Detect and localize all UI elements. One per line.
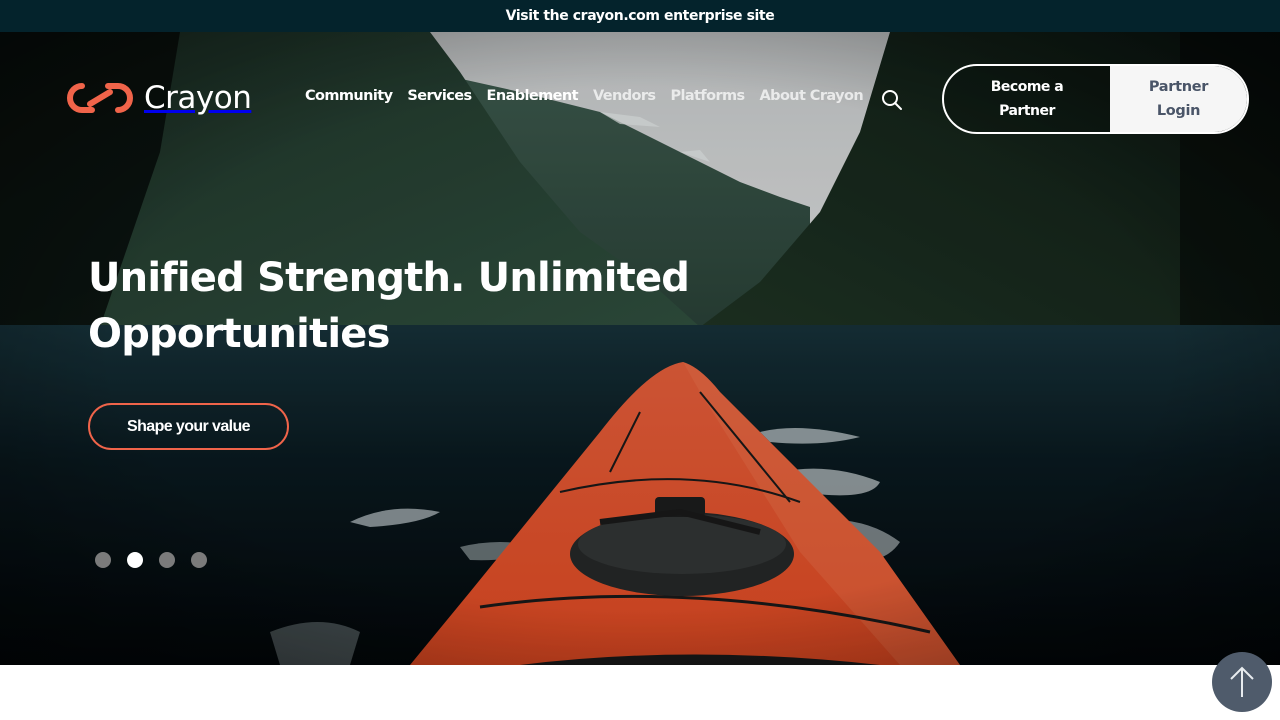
partner-actions: Become a Partner Partner Login (942, 64, 1249, 134)
nav-services[interactable]: Services (407, 88, 472, 104)
slide-dot-3[interactable] (159, 552, 175, 568)
hero-headline: Unified Strength. Unlimited Opportunitie… (88, 255, 690, 357)
logo-wordmark: Crayon (144, 80, 252, 116)
slide-dot-2[interactable] (127, 552, 143, 568)
partner-login-label: Partner Login (1148, 79, 1209, 119)
become-partner-label: Become a Partner (990, 79, 1064, 119)
crayon-logo[interactable]: Crayon (64, 78, 252, 118)
arrow-up-icon (1230, 666, 1254, 697)
search-button[interactable] (880, 88, 904, 112)
slider-pagination (95, 552, 207, 568)
slide-dot-1[interactable] (95, 552, 111, 568)
nav-about-crayon[interactable]: About Crayon (760, 88, 864, 104)
partner-login-button[interactable]: Partner Login (1110, 66, 1247, 132)
become-partner-button[interactable]: Become a Partner (944, 66, 1110, 132)
shape-your-value-button[interactable]: Shape your value (88, 403, 289, 450)
nav-vendors[interactable]: Vendors (593, 88, 656, 104)
nav-community[interactable]: Community (305, 88, 393, 104)
nav-enablement[interactable]: Enablement (487, 88, 579, 104)
enterprise-site-link[interactable]: Visit the crayon.com enterprise site (506, 8, 775, 24)
main-nav: Community Services Enablement Vendors Pl… (305, 88, 864, 104)
slide-dot-4[interactable] (191, 552, 207, 568)
search-icon (882, 90, 902, 110)
infinity-link-icon (67, 83, 133, 113)
nav-platforms[interactable]: Platforms (670, 88, 745, 104)
scroll-to-top-button[interactable] (1212, 652, 1272, 712)
enterprise-site-banner: Visit the crayon.com enterprise site (0, 0, 1280, 32)
